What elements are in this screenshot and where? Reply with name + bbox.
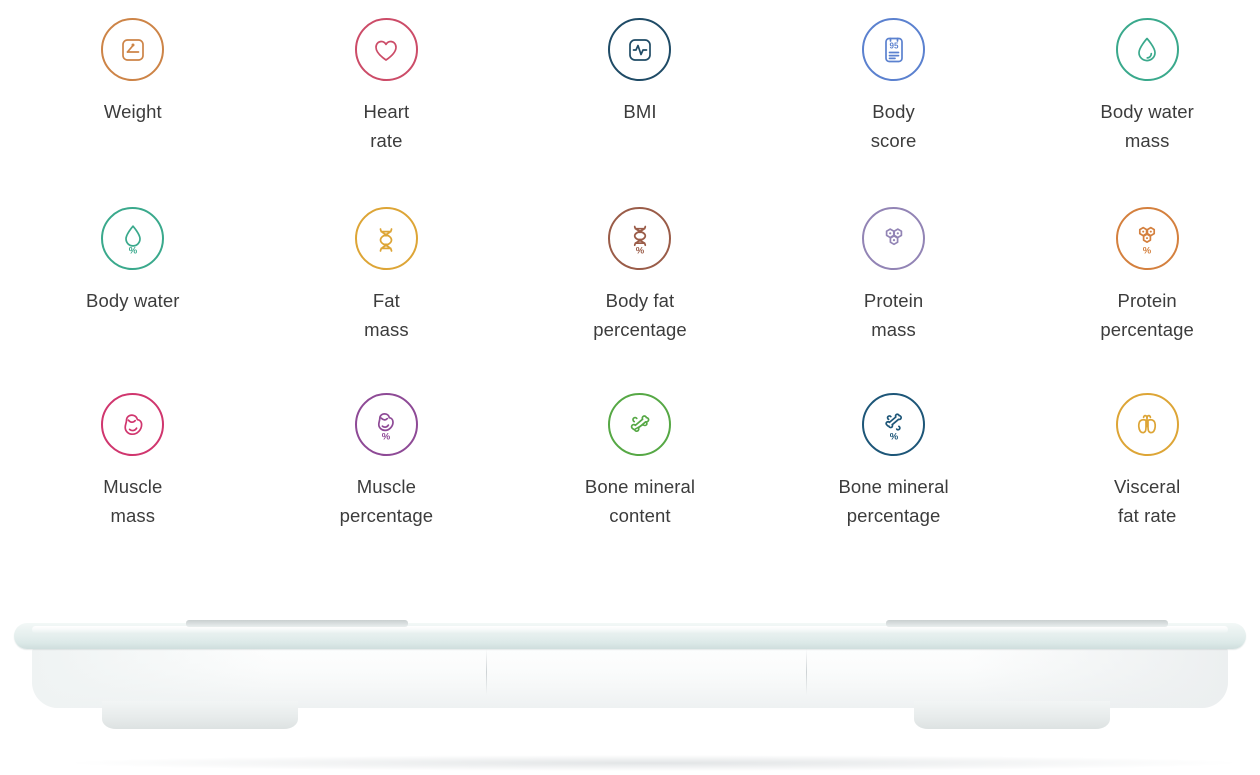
metric-item-body-fat-percentage[interactable]: % Body fat percentage [513, 207, 767, 393]
water-drop-icon[interactable] [1115, 18, 1179, 81]
metric-label-body-water-mass: Body water mass [1100, 101, 1194, 151]
scale-body-left-shading [32, 646, 272, 708]
svg-text:95: 95 [889, 41, 898, 50]
page-root: Weight Heart rate BMI 95 Body score Body wate… [0, 0, 1260, 775]
organs-lungs-icon[interactable] [1115, 393, 1179, 456]
metric-label-muscle-percentage: Muscle percentage [339, 476, 434, 526]
metric-label-body-fat-percentage: Body fat percentage [593, 290, 687, 340]
metric-item-fat-mass[interactable]: Fat mass [260, 207, 514, 393]
metric-label-muscle-mass: Muscle mass [103, 476, 163, 526]
bones-percent-icon[interactable]: % [862, 393, 926, 456]
molecule-percent-icon[interactable]: % [1115, 207, 1179, 270]
bmi-pulse-icon[interactable] [608, 18, 672, 81]
metric-item-body-water-mass[interactable]: Body water mass [1020, 18, 1260, 207]
product-image-smart-scale [0, 595, 1260, 775]
scale-body-seam-left [486, 649, 487, 695]
metric-item-bmi[interactable]: BMI [513, 18, 767, 207]
dna-percent-icon[interactable]: % [608, 207, 672, 270]
scale-glass-highlight [32, 626, 1228, 633]
metric-item-muscle-mass[interactable]: Muscle mass [6, 393, 260, 579]
scale-foot-left [102, 701, 298, 729]
molecule-icon[interactable] [862, 207, 926, 270]
metric-label-visceral-fat-rate: Visceral fat rate [1114, 476, 1181, 526]
metric-item-protein-mass[interactable]: Protein mass [767, 207, 1021, 393]
svg-text:%: % [889, 431, 898, 442]
water-drop-percent-icon[interactable]: % [101, 207, 165, 270]
scale-electrode-pad-left [186, 620, 408, 627]
scale-illustration [14, 620, 1246, 771]
metric-item-heart-rate[interactable]: Heart rate [260, 18, 514, 207]
scale-icon[interactable] [101, 18, 165, 81]
metrics-row: Muscle mass% Muscle percentage Bone minera… [0, 393, 1260, 579]
metric-label-protein-mass: Protein mass [863, 290, 924, 340]
metric-label-body-score: Body score [870, 101, 917, 151]
dna-icon[interactable] [354, 207, 418, 270]
metric-item-body-score[interactable]: 95 Body score [767, 18, 1021, 207]
metric-label-protein-percentage: Protein percentage [1100, 290, 1194, 340]
metric-item-bone-mineral-content[interactable]: Bone mineral content [513, 393, 767, 579]
metric-item-protein-percentage[interactable]: % Protein percentage [1020, 207, 1260, 393]
muscle-arm-percent-icon[interactable]: % [354, 393, 418, 456]
heart-icon[interactable] [354, 18, 418, 81]
metrics-grid: Weight Heart rate BMI 95 Body score Body wate… [0, 0, 1260, 579]
metric-label-body-water: Body water [86, 290, 180, 311]
scale-drop-shadow [74, 755, 1234, 771]
metric-label-bone-mineral-content: Bone mineral content [584, 476, 696, 526]
metric-item-weight[interactable]: Weight [6, 18, 260, 207]
svg-text:%: % [1143, 245, 1152, 256]
metrics-row: Weight Heart rate BMI 95 Body score Body wate… [0, 18, 1260, 207]
metric-item-muscle-percentage[interactable]: % Muscle percentage [260, 393, 514, 579]
metric-label-weight: Weight [103, 101, 162, 122]
svg-text:%: % [636, 245, 645, 256]
metric-item-visceral-fat-rate[interactable]: Visceral fat rate [1020, 393, 1260, 579]
bones-icon[interactable] [608, 393, 672, 456]
metric-label-bone-mineral-percentage: Bone mineral percentage [838, 476, 949, 526]
score-report-icon[interactable]: 95 [862, 18, 926, 81]
metric-label-bmi: BMI [623, 101, 657, 122]
metric-label-fat-mass: Fat mass [364, 290, 409, 340]
scale-body-seam-right [806, 649, 807, 695]
svg-text:%: % [382, 431, 391, 442]
metric-item-body-water[interactable]: % Body water [6, 207, 260, 393]
metric-item-bone-mineral-percentage[interactable]: % Bone mineral percentage [767, 393, 1021, 579]
metric-label-heart-rate: Heart rate [363, 101, 410, 151]
scale-foot-right [914, 701, 1110, 729]
scale-body-right-shading [968, 646, 1228, 708]
svg-text:%: % [129, 245, 138, 256]
muscle-arm-icon[interactable] [101, 393, 165, 456]
metrics-row: % Body water Fat mass% Body fat percentage P… [0, 207, 1260, 393]
scale-electrode-pad-right [886, 620, 1168, 627]
